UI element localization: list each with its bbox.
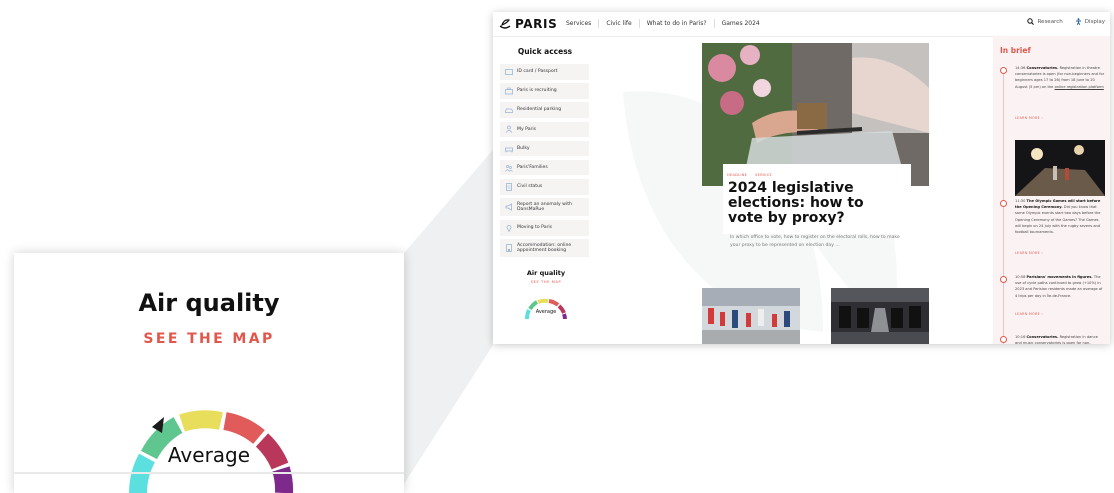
document-icon <box>506 182 512 191</box>
brief-item: 11:30 The Olympic Games will start befor… <box>1015 198 1105 235</box>
nav-games-2024[interactable]: Games 2024 <box>713 19 767 28</box>
learn-more-link[interactable]: LEARN MORE › <box>1015 312 1043 316</box>
quick-access-label: Bulky <box>517 145 530 151</box>
brief-headline: Parisians' movements in figures. <box>1026 275 1093 279</box>
article-thumbnail-gym[interactable] <box>831 288 929 344</box>
timeline-dot-icon <box>1000 67 1007 74</box>
search-label: Research <box>1037 18 1063 25</box>
see-the-map-link[interactable]: SEE THE MAP <box>14 331 404 347</box>
quick-access-my-paris[interactable]: My Paris <box>500 121 589 138</box>
family-icon <box>505 164 513 172</box>
main-nav: Services Civic life What to do in Paris?… <box>559 19 767 28</box>
quick-access-label: Civil status <box>517 184 543 190</box>
air-quality-gauge <box>129 410 294 493</box>
learn-more-link[interactable]: LEARN MORE › <box>1015 116 1043 120</box>
brief-time: 11:30 <box>1015 199 1026 203</box>
air-quality-title: Air quality <box>138 289 280 317</box>
brief-item: 10:58 Parisians' movements in figures. T… <box>1015 274 1105 299</box>
brief-headline: Conservatories. <box>1026 66 1059 70</box>
timeline-dot-icon <box>1000 200 1007 207</box>
sidebar-air-quality-title: Air quality <box>526 269 566 277</box>
theatre-photo <box>1015 140 1105 196</box>
quick-access-parking[interactable]: Residential parking <box>500 102 589 118</box>
megaphone-icon <box>505 203 512 212</box>
furniture-icon <box>505 147 513 152</box>
brief-time: 14:36 <box>1015 66 1026 70</box>
nav-civic-life[interactable]: Civic life <box>598 19 638 28</box>
brief-time: 10:16 <box>1015 335 1026 339</box>
quick-access-bulky[interactable]: Bulky <box>500 140 589 157</box>
logo-text: PARIS <box>515 17 558 31</box>
paris-ship-icon <box>499 19 511 29</box>
quick-access-label: Report an anomaly with DansMaRue <box>517 201 572 213</box>
air-quality-zoom-card: Air quality SEE THE MAP Average <box>14 253 404 493</box>
in-brief-column: In brief 14:36 Conservatories. Registrat… <box>993 36 1110 344</box>
paris-logo[interactable]: PARIS <box>498 16 557 32</box>
tag-service[interactable]: SERVICE <box>755 173 772 177</box>
brief-text: Did you know that some Olympic events st… <box>1015 205 1101 235</box>
quick-access-label: Residential parking <box>517 107 562 113</box>
display-button[interactable]: Display <box>1075 18 1105 25</box>
quick-access-sidebar: Quick access ID card / Passport Paris is… <box>499 36 591 344</box>
quick-access-families[interactable]: Paris'Families <box>500 159 589 176</box>
quick-access-recruiting[interactable]: Paris is recruiting <box>500 83 589 99</box>
headline-card: HEADLINE SERVICE 2024 legislative electi… <box>723 164 911 234</box>
display-label: Display <box>1084 18 1105 25</box>
quick-access-moving[interactable]: Moving to Paris <box>500 220 589 236</box>
top-navigation-bar: PARIS Services Civic life What to do in … <box>493 12 1110 37</box>
brief-link[interactable]: online registration platform <box>1055 85 1104 89</box>
id-card-icon <box>505 68 513 75</box>
headline-description: In which office to vote, how to register… <box>730 235 900 248</box>
tag-headline[interactable]: HEADLINE <box>727 173 747 177</box>
paris-website-screenshot: PARIS Services Civic life What to do in … <box>493 12 1110 344</box>
brief-item: 14:36 Conservatories. Registration in th… <box>1015 65 1105 90</box>
runners-photo <box>702 288 800 344</box>
in-brief-title: In brief <box>1000 46 1031 55</box>
person-icon <box>505 125 513 134</box>
brief-theatre-photo[interactable] <box>1015 140 1105 196</box>
brief-item: 10:16 Conservatories. Registration in da… <box>1015 334 1105 344</box>
air-quality-level: Average <box>167 443 251 467</box>
sidebar-air-quality: Air quality SEE THE MAP Average <box>511 269 581 319</box>
timeline-dot-icon <box>1000 336 1007 343</box>
card-divider <box>14 472 404 474</box>
headline-tags: HEADLINE SERVICE <box>727 173 772 177</box>
accessibility-icon <box>1075 18 1081 25</box>
article-thumbnail-runners[interactable] <box>702 288 800 344</box>
sidebar-air-quality-level: Average <box>535 309 557 315</box>
quick-access-id-card[interactable]: ID card / Passport <box>500 64 589 80</box>
car-icon <box>505 108 513 114</box>
building-icon <box>506 244 512 253</box>
learn-more-link[interactable]: LEARN MORE › <box>1015 251 1043 255</box>
quick-access-label: Moving to Paris <box>517 224 553 230</box>
brief-time: 10:58 <box>1015 275 1026 279</box>
quick-access-accommodation[interactable]: Accommodation: online appointment bookin… <box>500 239 589 258</box>
sidebar-see-the-map-link[interactable]: SEE THE MAP <box>511 280 581 284</box>
quick-access-list: ID card / Passport Paris is recruiting R… <box>500 64 589 261</box>
nav-what-to-do[interactable]: What to do in Paris? <box>638 19 714 28</box>
briefcase-icon <box>505 87 513 95</box>
quick-access-label: Paris'Families <box>517 164 548 170</box>
gym-photo <box>831 288 929 344</box>
pin-icon <box>506 224 512 232</box>
quick-access-label: Paris is recruiting <box>517 88 557 94</box>
brief-headline: Conservatories. <box>1026 335 1059 339</box>
quick-access-title: Quick access <box>517 47 573 56</box>
quick-access-label: ID card / Passport <box>517 68 558 74</box>
quick-access-civil-status[interactable]: Civil status <box>500 179 589 195</box>
nav-services[interactable]: Services <box>559 19 598 28</box>
search-button[interactable]: Research <box>1027 18 1063 25</box>
timeline-dot-icon <box>1000 276 1007 283</box>
headline-title[interactable]: 2024 legislative elections: how to vote … <box>728 181 888 226</box>
search-icon <box>1027 18 1035 25</box>
quick-access-label: Accommodation: online appointment bookin… <box>517 242 572 254</box>
header-tools: Research Display <box>1027 18 1105 25</box>
quick-access-label: My Paris <box>517 126 537 132</box>
quick-access-report-anomaly[interactable]: Report an anomaly with DansMaRue <box>500 198 589 217</box>
